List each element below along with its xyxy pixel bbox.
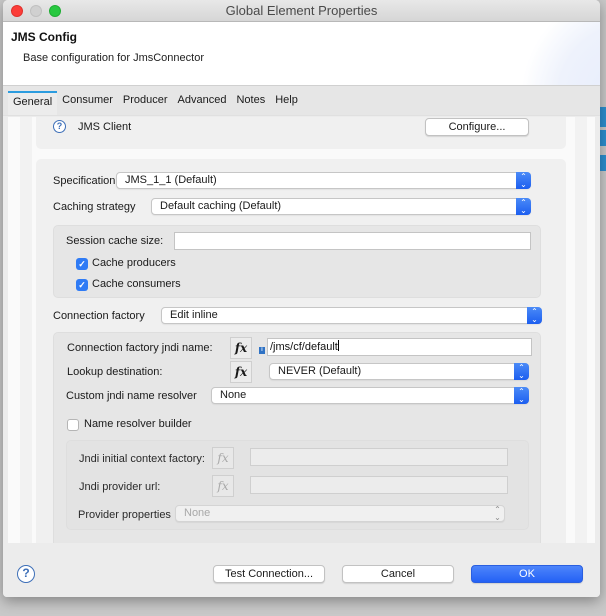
- jndi-initial-context-factory-input[interactable]: [250, 448, 508, 466]
- caching-strategy-label: Caching strategy: [53, 201, 136, 213]
- dialog-header: JMS Config Base configuration for JmsCon…: [3, 22, 600, 86]
- connection-factory-value: Edit inline: [170, 309, 218, 321]
- specification-value: JMS_1_1 (Default): [125, 174, 217, 186]
- custom-jndi-resolver-label: Custom jndi name resolver: [66, 390, 197, 402]
- name-resolver-builder-panel: Jndi initial context factory: fx Jndi pr…: [66, 440, 529, 530]
- select-arrows-icon: ⌃ ⌄: [516, 172, 531, 189]
- tab-general[interactable]: General: [8, 91, 58, 115]
- background-window-strip: [600, 107, 606, 127]
- cache-consumers-checkbox[interactable]: ✓: [76, 279, 88, 291]
- cf-jndi-name-input[interactable]: /jms/cf/default: [267, 338, 532, 356]
- minimize-window-button[interactable]: [30, 5, 42, 17]
- name-resolver-builder-label: Name resolver builder: [84, 418, 192, 430]
- close-window-button[interactable]: [11, 5, 23, 17]
- global-element-properties-dialog: Global Element Properties JMS Config Bas…: [3, 0, 600, 597]
- provider-properties-select[interactable]: None ⌃ ⌄: [175, 505, 505, 522]
- select-arrows-icon: ⌃ ⌄: [514, 363, 529, 380]
- session-cache-size-label: Session cache size:: [66, 235, 164, 247]
- tab-help[interactable]: Help: [270, 91, 303, 115]
- cache-producers-label: Cache producers: [92, 257, 176, 269]
- window-controls: [11, 5, 61, 17]
- tab-producer[interactable]: Producer: [118, 91, 173, 115]
- lookup-destination-value: NEVER (Default): [278, 365, 362, 377]
- jndi-provider-url-input[interactable]: [250, 476, 508, 494]
- tab-consumer[interactable]: Consumer: [57, 91, 118, 115]
- background-window-strip: [600, 130, 606, 146]
- header-decoration: [520, 22, 600, 85]
- lookup-destination-label: Lookup destination:: [67, 366, 163, 378]
- info-icon: i: [259, 347, 265, 354]
- dialog-footer: ? Test Connection... Cancel OK: [3, 543, 600, 597]
- select-arrows-icon: ⌃ ⌄: [494, 504, 501, 522]
- select-arrows-icon: ⌃ ⌄: [514, 387, 529, 404]
- provider-properties-label: Provider properties: [78, 509, 171, 521]
- custom-jndi-resolver-value: None: [220, 389, 247, 401]
- jms-client-panel: ? JMS Client Configure...: [36, 117, 566, 149]
- tab-advanced[interactable]: Advanced: [173, 91, 232, 115]
- fx-expression-toggle[interactable]: fx: [230, 337, 252, 359]
- custom-jndi-resolver-select[interactable]: None ⌃ ⌄: [211, 387, 529, 404]
- specification-select[interactable]: JMS_1_1 (Default) ⌃ ⌄: [116, 172, 531, 189]
- session-cache-size-input[interactable]: [174, 232, 531, 250]
- cancel-button[interactable]: Cancel: [342, 565, 454, 583]
- jms-config-panel: Specification: JMS_1_1 (Default) ⌃ ⌄ Cach…: [36, 159, 566, 543]
- provider-properties-value: None: [184, 507, 211, 519]
- background-window-strip: [600, 155, 606, 171]
- general-tab-content: ? JMS Client Configure... Specification:…: [8, 117, 595, 543]
- dialog-subtitle: Base configuration for JmsConnector: [23, 52, 204, 64]
- name-resolver-builder-checkbox[interactable]: [67, 419, 79, 431]
- text-caret: [337, 340, 339, 351]
- test-connection-button[interactable]: Test Connection...: [213, 565, 325, 583]
- dialog-title: JMS Config: [11, 30, 77, 44]
- caching-strategy-value: Default caching (Default): [160, 200, 282, 212]
- specification-label: Specification:: [53, 175, 119, 187]
- tab-bar: General Consumer Producer Advanced Notes…: [3, 86, 600, 116]
- fx-expression-toggle[interactable]: fx: [230, 361, 252, 383]
- connection-factory-label: Connection factory: [53, 310, 145, 322]
- fx-expression-toggle[interactable]: fx: [212, 447, 234, 469]
- cache-consumers-label: Cache consumers: [92, 278, 181, 290]
- select-arrows-icon: ⌃ ⌄: [527, 307, 542, 324]
- caching-strategy-select[interactable]: Default caching (Default) ⌃ ⌄: [151, 198, 531, 215]
- select-arrows-icon: ⌃ ⌄: [516, 198, 531, 215]
- window-title: Global Element Properties: [225, 3, 378, 18]
- configure-button[interactable]: Configure...: [425, 118, 529, 136]
- right-gutter: [575, 117, 587, 543]
- cf-jndi-name-label: Connection factory jndi name:: [67, 342, 213, 354]
- cache-producers-checkbox[interactable]: ✓: [76, 258, 88, 270]
- question-circle-icon[interactable]: ?: [53, 120, 66, 133]
- title-bar: Global Element Properties: [3, 0, 600, 22]
- jndi-provider-url-label: Jndi provider url:: [79, 481, 161, 493]
- ok-button[interactable]: OK: [471, 565, 583, 583]
- maximize-window-button[interactable]: [49, 5, 61, 17]
- question-circle-icon[interactable]: ?: [17, 565, 35, 583]
- lookup-destination-select[interactable]: NEVER (Default) ⌃ ⌄: [269, 363, 529, 380]
- tab-notes[interactable]: Notes: [231, 91, 270, 115]
- connection-factory-select[interactable]: Edit inline ⌃ ⌄: [161, 307, 542, 324]
- connection-factory-panel: Connection factory jndi name: fx i /jms/…: [53, 332, 541, 543]
- fx-expression-toggle[interactable]: fx: [212, 475, 234, 497]
- jndi-initial-context-factory-label: Jndi initial context factory:: [79, 453, 205, 465]
- jms-client-label: JMS Client: [78, 121, 132, 133]
- caching-options-panel: Session cache size: ✓ Cache producers ✓ …: [53, 225, 541, 298]
- left-gutter: [20, 117, 32, 543]
